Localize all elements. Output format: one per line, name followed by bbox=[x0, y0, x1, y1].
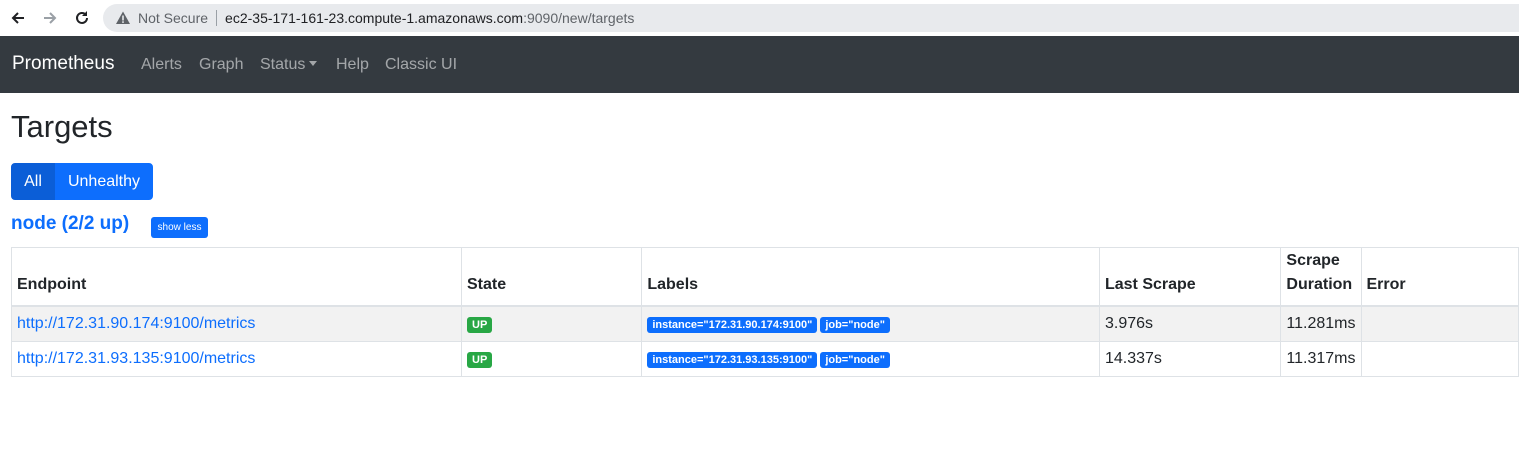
targets-table: Endpoint State Labels Last Scrape Scrape… bbox=[11, 247, 1519, 377]
top-navbar: Prometheus Alerts Graph Status Help Clas… bbox=[0, 36, 1519, 93]
col-state: State bbox=[460, 247, 643, 307]
target-filter-group: All Unhealthy bbox=[11, 163, 153, 200]
reload-icon[interactable] bbox=[71, 7, 93, 29]
col-scrape-duration: Scrape Duration bbox=[1280, 247, 1362, 307]
address-separator bbox=[216, 10, 218, 26]
table-header-row: Endpoint State Labels Last Scrape Scrape… bbox=[11, 247, 1519, 307]
table-row: http://172.31.90.174:9100/metrics UP ins… bbox=[11, 305, 1519, 342]
label-badge: job="node" bbox=[820, 316, 890, 333]
nav-alerts[interactable]: Alerts bbox=[141, 56, 182, 74]
labels-cell: instance="172.31.90.174:9100" job="node" bbox=[641, 305, 1100, 342]
col-last-scrape: Last Scrape bbox=[1098, 247, 1282, 307]
show-less-button[interactable]: show less bbox=[151, 217, 208, 238]
scrape-duration-cell: 11.281ms bbox=[1280, 305, 1362, 342]
nav-help[interactable]: Help bbox=[336, 56, 369, 74]
address-bar[interactable]: Not Secure ec2-35-171-161-23.compute-1.a… bbox=[103, 4, 1519, 32]
col-labels: Labels bbox=[641, 247, 1100, 307]
col-error: Error bbox=[1360, 247, 1519, 307]
state-badge: UP bbox=[467, 316, 493, 333]
browser-toolbar: Not Secure ec2-35-171-161-23.compute-1.a… bbox=[0, 0, 1519, 36]
col-endpoint: Endpoint bbox=[11, 247, 462, 307]
nav-status-dropdown[interactable]: Status bbox=[260, 56, 318, 74]
nav-status-label: Status bbox=[260, 56, 306, 73]
back-arrow-icon[interactable] bbox=[7, 7, 29, 29]
last-scrape-cell: 3.976s bbox=[1098, 305, 1282, 342]
scrape-duration-cell: 11.317ms bbox=[1280, 340, 1362, 377]
table-row: http://172.31.93.135:9100/metrics UP ins… bbox=[11, 340, 1519, 377]
endpoint-cell: http://172.31.90.174:9100/metrics bbox=[11, 305, 462, 342]
last-scrape-cell: 14.337s bbox=[1098, 340, 1282, 377]
endpoint-link[interactable]: http://172.31.93.135:9100/metrics bbox=[17, 350, 255, 367]
filter-unhealthy-button[interactable]: Unhealthy bbox=[55, 163, 153, 200]
error-cell bbox=[1360, 340, 1519, 377]
job-header-link[interactable]: node (2/2 up) bbox=[11, 213, 129, 235]
caret-down-icon bbox=[309, 61, 318, 66]
state-badge: UP bbox=[467, 351, 493, 368]
endpoint-link[interactable]: http://172.31.90.174:9100/metrics bbox=[17, 315, 255, 332]
nav-classic-ui[interactable]: Classic UI bbox=[385, 56, 457, 74]
label-badge: instance="172.31.90.174:9100" bbox=[647, 316, 818, 333]
label-badge: instance="172.31.93.135:9100" bbox=[647, 351, 818, 368]
forward-arrow-icon[interactable] bbox=[39, 7, 61, 29]
labels-cell: instance="172.31.93.135:9100" job="node" bbox=[641, 340, 1100, 377]
endpoint-cell: http://172.31.93.135:9100/metrics bbox=[11, 340, 462, 377]
state-cell: UP bbox=[460, 340, 643, 377]
error-cell bbox=[1360, 305, 1519, 342]
url-path[interactable]: :9090/new/targets bbox=[523, 10, 634, 26]
nav-graph[interactable]: Graph bbox=[199, 56, 243, 74]
url-host[interactable]: ec2-35-171-161-23.compute-1.amazonaws.co… bbox=[225, 10, 523, 26]
label-badge: job="node" bbox=[820, 351, 890, 368]
security-label[interactable]: Not Secure bbox=[138, 10, 208, 26]
warning-triangle-icon[interactable] bbox=[115, 10, 131, 26]
filter-all-button[interactable]: All bbox=[11, 163, 55, 200]
state-cell: UP bbox=[460, 305, 643, 342]
brand-link[interactable]: Prometheus bbox=[12, 53, 114, 75]
page-title: Targets bbox=[11, 109, 113, 144]
